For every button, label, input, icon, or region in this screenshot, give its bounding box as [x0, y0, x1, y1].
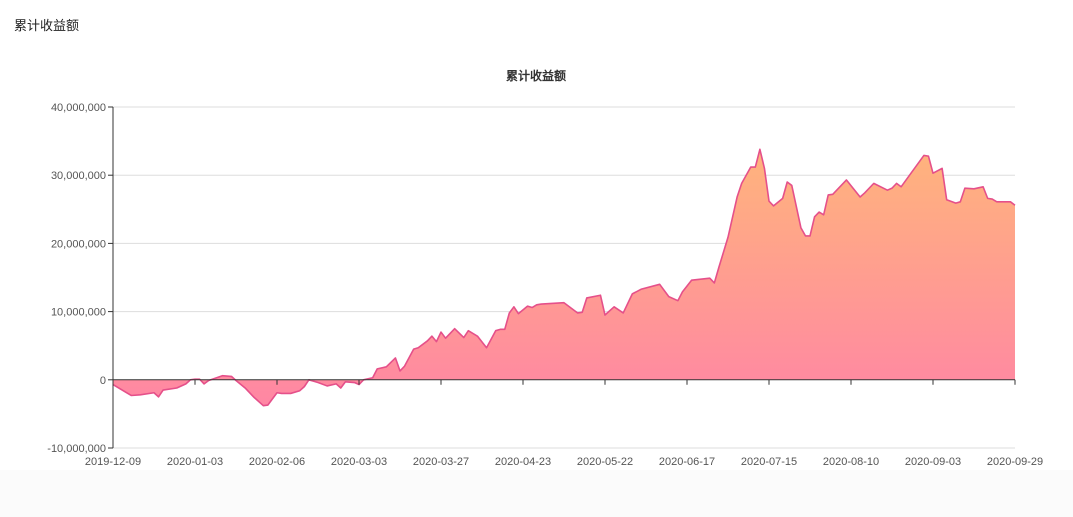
y-tick-label: -10,000,000	[47, 443, 106, 455]
x-tick-label: 2020-01-03	[167, 456, 223, 468]
x-tick-label: 2020-05-22	[577, 456, 633, 468]
x-tick-label: 2020-03-27	[413, 456, 469, 468]
area-fill	[113, 149, 1015, 406]
y-tick-label: 40,000,000	[51, 102, 106, 114]
chart-footer-bg	[0, 470, 1073, 517]
cumulative-profit-chart: 累计收益额 -10,000,000 0 10,000,000 20,000,000 30…	[0, 68, 1073, 517]
y-tick-label: 30,000,000	[51, 170, 106, 182]
x-tick-label: 2020-08-10	[823, 456, 879, 468]
x-tick-label: 2020-03-03	[331, 456, 387, 468]
x-tick-label: 2020-09-03	[905, 456, 961, 468]
x-tick-label: 2020-02-06	[249, 456, 305, 468]
chart-title: 累计收益额	[506, 68, 566, 83]
x-tick-label: 2020-09-29	[987, 456, 1043, 468]
x-tick-label: 2019-12-09	[85, 456, 141, 468]
x-tick-label: 2020-06-17	[659, 456, 715, 468]
y-tick-label: 20,000,000	[51, 238, 106, 250]
x-tick-label: 2020-04-23	[495, 456, 551, 468]
x-tick-label: 2020-07-15	[741, 456, 797, 468]
y-tick-label: 10,000,000	[51, 307, 106, 319]
y-tick-label: 0	[100, 375, 106, 387]
